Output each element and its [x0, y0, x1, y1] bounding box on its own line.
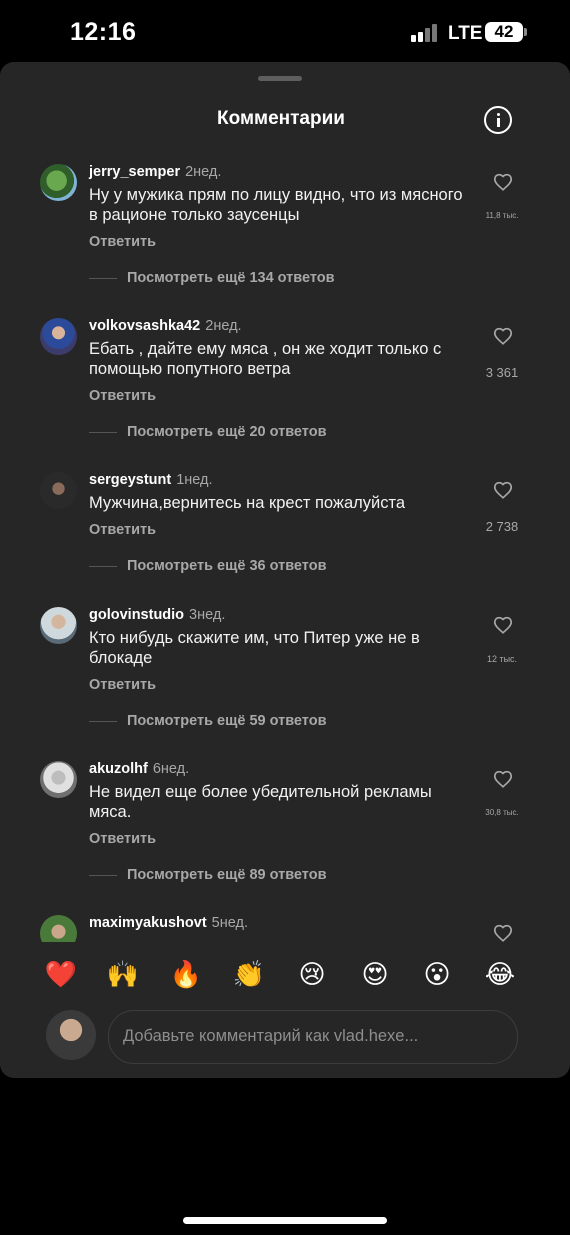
comment-age: 3нед. [189, 607, 226, 623]
view-replies-label: Посмотреть ещё 59 ответов [127, 713, 327, 729]
view-replies-label: Посмотреть ещё 89 ответов [127, 867, 327, 883]
compose-bar: Добавьте комментарий как vlad.hexe... [0, 1010, 570, 1070]
heart-icon[interactable] [492, 171, 514, 193]
reply-button[interactable]: Ответить [89, 234, 156, 250]
comments-sheet: Комментарии jerry_semper 2нед. Ну у мужик… [0, 62, 570, 1078]
home-indicator[interactable] [183, 1217, 387, 1224]
avatar[interactable] [40, 607, 77, 644]
comment-text: Не видел еще более убедительной рекламы … [89, 783, 432, 821]
like-count: 3 361 [485, 365, 519, 380]
comment-item: akuzolhf 6нед. Не видел еще более убедите… [0, 749, 570, 903]
comment-username[interactable]: maximyakushovt [89, 915, 207, 931]
emoji-raising-hands[interactable]: 🙌 [103, 950, 143, 998]
comment-text: Ебать , дайте ему мяса , он же ходит тол… [89, 340, 442, 378]
comment-header: maximyakushovt 5нед. [89, 915, 248, 931]
comment-list[interactable]: jerry_semper 2нед. Ну у мужика прям по ли… [0, 152, 570, 942]
emoji-heart[interactable]: ❤️ [41, 950, 81, 998]
emoji-laughing[interactable]: 😂 [480, 950, 520, 998]
view-replies-label: Посмотреть ещё 20 ответов [127, 424, 327, 440]
avatar[interactable] [40, 164, 77, 201]
comment-header: golovinstudio 3нед. [89, 607, 225, 623]
reply-button[interactable]: Ответить [89, 522, 156, 538]
comment-item: maximyakushovt 5нед. [0, 903, 570, 942]
emoji-crying[interactable]: 😢 [292, 950, 332, 998]
comment-text: Мужчина,вернитесь на крест пожалуйста [89, 494, 406, 512]
heart-icon[interactable] [492, 325, 514, 347]
comment-age: 6нед. [152, 761, 190, 777]
view-replies-button[interactable]: Посмотреть ещё 89 ответов [89, 867, 326, 883]
like-count: 12 тыс. [486, 654, 518, 664]
comment-item: volkovsashka42 2нед. Ебать , дайте ему мя… [0, 306, 570, 460]
view-replies-label: Посмотреть ещё 134 ответов [127, 270, 335, 286]
emoji-surprised[interactable]: 😮 [417, 950, 457, 998]
status-bar: 12:16 LTE 42 [0, 0, 570, 64]
view-replies-button[interactable]: Посмотреть ещё 134 ответов [89, 270, 335, 286]
comment-username[interactable]: akuzolhf [89, 761, 148, 777]
view-replies-button[interactable]: Посмотреть ещё 36 ответов [89, 558, 326, 574]
comment-age: 2нед. [205, 318, 242, 334]
comment-username[interactable]: golovinstudio [89, 607, 184, 623]
network-label: LTE [448, 23, 483, 44]
comment-input-placeholder: Добавьте комментарий как vlad.hexe... [123, 1027, 419, 1045]
like-count: 11,8 тыс. [485, 211, 519, 220]
my-avatar[interactable] [46, 1010, 96, 1060]
heart-icon[interactable] [492, 922, 514, 942]
avatar[interactable] [40, 318, 77, 355]
comment-item: golovinstudio 3нед. Кто нибудь скажите им… [0, 595, 570, 749]
avatar[interactable] [40, 761, 77, 798]
view-replies-button[interactable]: Посмотреть ещё 59 ответов [89, 713, 326, 729]
signal-icon [411, 24, 441, 42]
comment-age: 2нед. [185, 164, 222, 180]
sheet-grabber[interactable] [258, 76, 302, 81]
reply-button[interactable]: Ответить [89, 388, 156, 404]
heart-icon[interactable] [492, 479, 514, 501]
comment-header: akuzolhf 6нед. [89, 761, 189, 777]
battery-tip [524, 28, 527, 36]
reply-button[interactable]: Ответить [89, 677, 156, 693]
sheet-title: Комментарии [217, 108, 345, 129]
comment-item: jerry_semper 2нед. Ну у мужика прям по ли… [0, 152, 570, 306]
status-time: 12:16 [70, 18, 137, 46]
heart-icon[interactable] [492, 614, 514, 636]
comment-header: sergeystunt 1нед. [89, 472, 213, 488]
comment-username[interactable]: sergeystunt [89, 472, 171, 488]
emoji-bar: ❤️ 🙌 🔥 👏 😢 😍 😮 😂 [0, 950, 570, 1000]
comment-username[interactable]: volkovsashka42 [89, 318, 200, 334]
comment-item: sergeystunt 1нед. Мужчина,вернитесь на кр… [0, 460, 570, 614]
comment-age: 5нед. [211, 915, 248, 931]
avatar[interactable] [40, 472, 77, 509]
comment-header: jerry_semper 2нед. [89, 164, 221, 180]
avatar[interactable] [40, 915, 77, 942]
like-count: 2 738 [485, 519, 519, 534]
comment-header: volkovsashka42 2нед. [89, 318, 242, 334]
like-count: 30,8 тыс. [485, 808, 519, 817]
comment-username[interactable]: jerry_semper [89, 164, 180, 180]
emoji-clap[interactable]: 👏 [229, 950, 269, 998]
comment-input[interactable]: Добавьте комментарий как vlad.hexe... [108, 1010, 518, 1064]
view-replies-button[interactable]: Посмотреть ещё 20 ответов [89, 424, 326, 440]
view-replies-label: Посмотреть ещё 36 ответов [127, 558, 327, 574]
comment-age: 1нед. [176, 472, 213, 488]
info-icon[interactable] [484, 106, 512, 134]
emoji-heart-eyes[interactable]: 😍 [355, 950, 395, 998]
emoji-fire[interactable]: 🔥 [166, 950, 206, 998]
battery-icon: 42 [485, 22, 523, 42]
heart-icon[interactable] [492, 768, 514, 790]
comment-text: Ну у мужика прям по лицу видно, что из м… [89, 186, 463, 224]
reply-button[interactable]: Ответить [89, 831, 156, 847]
comment-text: Кто нибудь скажите им, что Питер уже не … [89, 629, 420, 667]
